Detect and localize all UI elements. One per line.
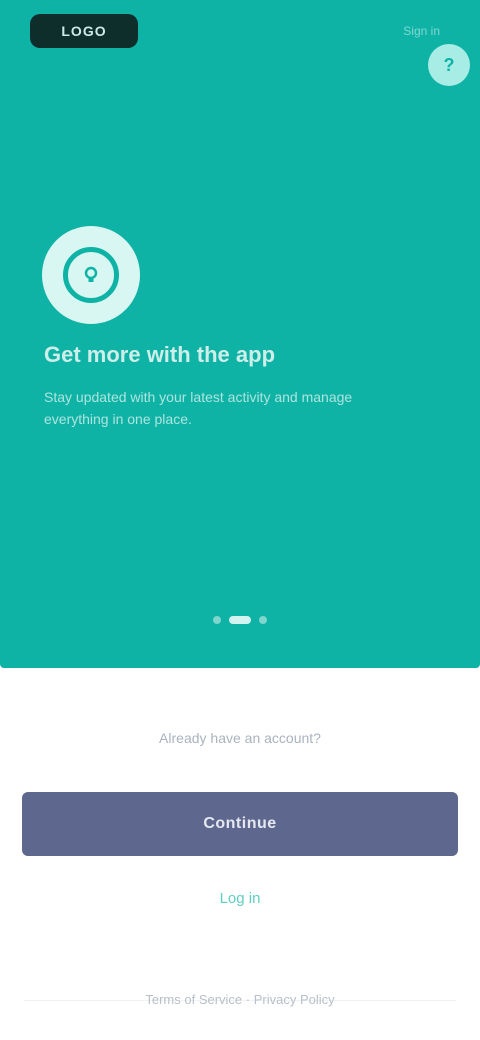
hero-banner: LOGO Sign in ? Get more with the app Sta… (0, 0, 480, 668)
page-dot[interactable] (213, 616, 221, 624)
continue-button[interactable]: Continue (22, 792, 458, 856)
lightbulb-icon (84, 266, 98, 282)
tip-icon (42, 226, 140, 324)
help-icon: ? (443, 54, 455, 75)
help-button[interactable]: ? (428, 44, 470, 86)
footer-links[interactable]: Terms of Service · Privacy Policy (110, 992, 370, 1016)
tip-icon-inner (63, 247, 119, 303)
hero-description: Stay updated with your latest activity a… (44, 389, 353, 427)
page-indicator (0, 616, 480, 630)
page-dot[interactable] (229, 616, 251, 624)
app-logo: LOGO (30, 14, 138, 48)
hero-title: Get more with the app (44, 342, 276, 367)
sign-in-link[interactable]: Sign in (330, 24, 440, 42)
page-dot[interactable] (259, 616, 267, 624)
login-prompt: Already have an account? (159, 730, 321, 746)
log-in-link[interactable]: Log in (180, 890, 300, 914)
